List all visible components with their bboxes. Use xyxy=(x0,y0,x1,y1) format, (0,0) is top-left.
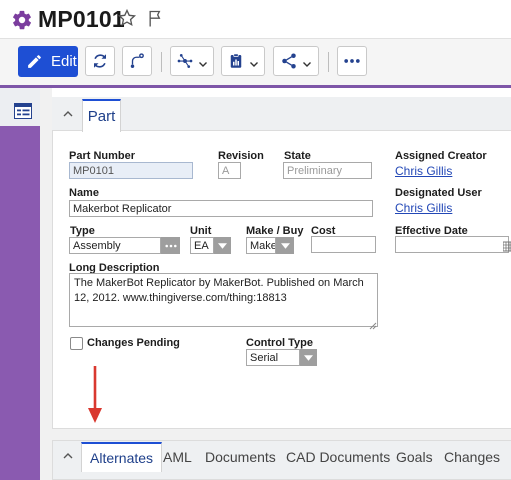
tab-alternates[interactable]: Alternates xyxy=(81,442,163,472)
tab-part[interactable]: Part xyxy=(82,99,121,132)
control-type-dropdown-button[interactable] xyxy=(300,349,317,366)
chevron-down-icon xyxy=(198,56,208,67)
share-icon xyxy=(280,52,298,70)
pencil-icon xyxy=(26,53,43,70)
designated-user-label: Designated User xyxy=(395,187,482,199)
calendar-icon[interactable] xyxy=(502,239,511,252)
name-label: Name xyxy=(69,187,99,199)
more-button[interactable] xyxy=(337,46,367,76)
tab-aml[interactable]: AML xyxy=(163,442,192,472)
type-label: Type xyxy=(70,225,95,237)
edit-label: Edit xyxy=(51,53,77,70)
effective-date-field[interactable] xyxy=(395,236,509,253)
assigned-creator-link[interactable]: Chris Gillis xyxy=(395,164,452,178)
chevron-down-icon xyxy=(302,56,312,67)
structure-dropdown-button[interactable] xyxy=(170,46,214,76)
make-buy-select[interactable]: Make xyxy=(246,237,276,254)
part-number-field[interactable]: MP0101 xyxy=(69,162,193,179)
unit-select[interactable]: EA xyxy=(190,237,214,254)
left-rail xyxy=(0,88,40,480)
network-icon xyxy=(176,52,194,70)
caret-down-icon xyxy=(304,354,313,361)
state-field[interactable]: Preliminary xyxy=(283,162,372,179)
tab-changes[interactable]: Changes xyxy=(444,442,500,472)
ellipsis-icon xyxy=(164,244,177,248)
refresh-button[interactable] xyxy=(85,46,115,76)
changes-pending-checkbox[interactable] xyxy=(70,337,83,350)
make-buy-dropdown-button[interactable] xyxy=(276,237,294,254)
unit-label: Unit xyxy=(190,225,212,237)
gear-icon xyxy=(11,9,33,31)
make-buy-label: Make / Buy xyxy=(246,225,304,237)
collapse-icon[interactable] xyxy=(61,107,75,121)
control-type-label: Control Type xyxy=(246,337,314,349)
name-field[interactable]: Makerbot Replicator xyxy=(69,200,373,217)
control-type-select[interactable]: Serial xyxy=(246,349,300,366)
cost-field[interactable] xyxy=(311,236,376,253)
revision-label: Revision xyxy=(218,150,264,162)
workflow-button[interactable] xyxy=(122,46,152,76)
chevron-down-icon xyxy=(249,56,259,67)
caret-down-icon xyxy=(280,242,290,249)
annotation-arrow-icon xyxy=(87,366,103,424)
tab-goals[interactable]: Goals xyxy=(396,442,433,472)
long-description-field[interactable]: The MakerBot Replicator by MakerBot. Pub… xyxy=(69,273,378,327)
star-icon[interactable] xyxy=(117,8,137,28)
collapse-icon[interactable] xyxy=(61,449,75,463)
toolbar-divider xyxy=(161,52,162,72)
caret-down-icon xyxy=(218,242,227,249)
unit-dropdown-button[interactable] xyxy=(214,237,231,254)
flag-icon[interactable] xyxy=(146,9,166,29)
refresh-icon xyxy=(91,52,109,70)
content-gutter xyxy=(40,88,52,480)
form-view-icon[interactable] xyxy=(14,103,32,119)
toolbar-divider xyxy=(328,52,329,72)
page-title: MP0101 xyxy=(38,6,125,32)
designated-user-link[interactable]: Chris Gillis xyxy=(395,201,452,215)
resize-handle-icon[interactable] xyxy=(368,317,377,330)
edit-button[interactable]: Edit xyxy=(18,46,78,77)
type-field[interactable]: Assembly xyxy=(69,237,161,254)
state-label: State xyxy=(284,150,311,162)
part-number-label: Part Number xyxy=(69,150,136,162)
changes-pending-label: Changes Pending xyxy=(87,337,180,349)
share-dropdown-button[interactable] xyxy=(273,46,319,76)
clipboard-icon xyxy=(227,52,245,70)
more-icon xyxy=(342,51,362,71)
workflow-icon xyxy=(128,52,146,70)
reports-dropdown-button[interactable] xyxy=(221,46,265,76)
tab-documents[interactable]: Documents xyxy=(205,442,276,472)
tab-cad-documents[interactable]: CAD Documents xyxy=(286,442,390,472)
revision-field[interactable]: A xyxy=(218,162,241,179)
assigned-creator-label: Assigned Creator xyxy=(395,150,487,162)
type-lookup-button[interactable] xyxy=(161,237,180,254)
